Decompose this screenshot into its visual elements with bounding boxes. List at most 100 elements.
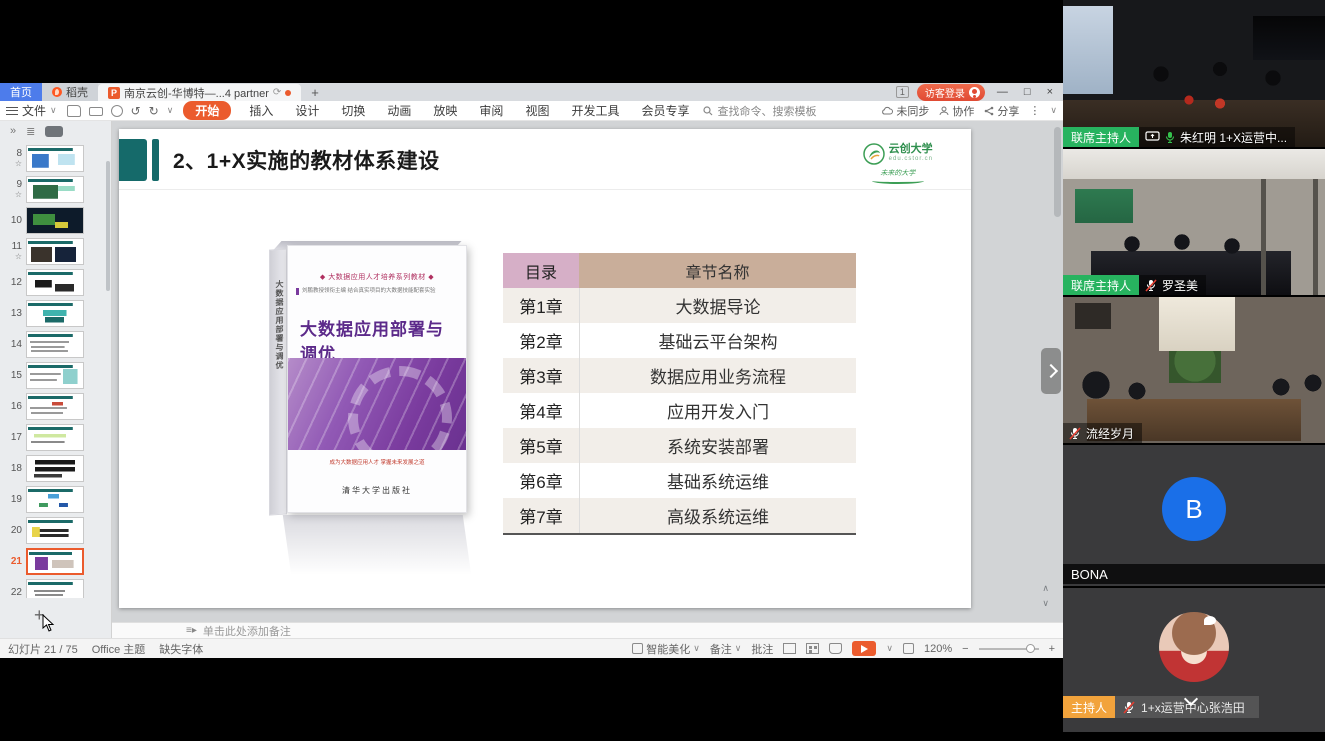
logo-domain-text: edu.cstor.cn bbox=[889, 154, 933, 164]
ribbon-tab-review[interactable]: 审阅 bbox=[475, 101, 507, 120]
reading-view-icon[interactable] bbox=[829, 643, 842, 654]
new-tab-button[interactable]: + bbox=[301, 83, 329, 101]
thumb-preview bbox=[26, 362, 84, 389]
toc-cell: 数据应用业务流程 bbox=[579, 358, 856, 393]
close-button[interactable]: × bbox=[1043, 86, 1057, 98]
collapse-videos-chevron-icon[interactable] bbox=[1185, 692, 1197, 704]
logo-brand-text: 云创大学 bbox=[889, 144, 933, 154]
print-icon[interactable] bbox=[89, 107, 103, 116]
thumbnail-slide-14[interactable]: 14 bbox=[0, 329, 105, 360]
sync-status[interactable]: 未同步 bbox=[881, 103, 929, 119]
ribbon-tab-design[interactable]: 设计 bbox=[291, 101, 323, 120]
save-icon[interactable] bbox=[67, 105, 81, 117]
ribbon-tab-transition[interactable]: 切换 bbox=[337, 101, 369, 120]
thumbnail-slide-16[interactable]: 16 bbox=[0, 391, 105, 422]
ribbon-tab-animation[interactable]: 动画 bbox=[383, 101, 415, 120]
thumbnail-slide-22[interactable]: 22 bbox=[0, 577, 105, 598]
host-badge: 主持人 bbox=[1063, 696, 1115, 718]
tab-docer[interactable]: 稻壳 bbox=[42, 83, 98, 101]
thumbnail-slide-17[interactable]: 17 bbox=[0, 422, 105, 453]
tab-home[interactable]: 首页 bbox=[0, 83, 42, 101]
quickbar-caret-icon[interactable]: ∨ bbox=[167, 105, 174, 116]
thumbnail-slide-20[interactable]: 20 bbox=[0, 515, 105, 546]
file-menu[interactable]: 文件∨ bbox=[6, 102, 57, 119]
thumbnail-slide-13[interactable]: 13 bbox=[0, 298, 105, 329]
undo-icon[interactable]: ↺ bbox=[131, 104, 141, 118]
collaborate-button[interactable]: 协作 bbox=[939, 103, 974, 119]
previous-slide-button[interactable]: ∧ bbox=[1042, 584, 1049, 593]
video-panel-expand-handle[interactable] bbox=[1041, 348, 1061, 394]
redo-icon[interactable]: ↻ bbox=[149, 104, 159, 118]
wps-menu-bar: 文件∨ ↺ ↻ ∨ 开始 插入 设计 切换 动画 放映 审阅 视图 开发工具 会… bbox=[0, 101, 1063, 121]
next-slide-button[interactable]: ∨ bbox=[1042, 599, 1049, 608]
zoom-out-button[interactable]: − bbox=[962, 643, 968, 655]
canvas-scrollbar[interactable] bbox=[1054, 127, 1061, 217]
logo-icon bbox=[863, 143, 885, 165]
slide-canvas[interactable]: 2、1+X实施的教材体系建设 云创大学 edu.cstor.cn 未来的大学 bbox=[112, 121, 1063, 622]
minimize-button[interactable]: — bbox=[993, 86, 1012, 98]
thumbnail-slide-9[interactable]: 9☆ bbox=[0, 174, 105, 205]
ribbon-tab-home[interactable]: 开始 bbox=[183, 101, 231, 120]
thumbnail-slide-18[interactable]: 18 bbox=[0, 453, 105, 484]
more-menu-icon[interactable]: ⋮ bbox=[1029, 104, 1040, 117]
share-button[interactable]: 分享 bbox=[984, 103, 1019, 119]
thumbnail-slide-12[interactable]: 12 bbox=[0, 267, 105, 298]
thumbnail-slide-11[interactable]: 11☆ bbox=[0, 236, 105, 267]
zoom-knob[interactable] bbox=[1026, 644, 1035, 653]
participant-tile-3[interactable]: 流经岁月 bbox=[1063, 297, 1325, 443]
slide-view-icon[interactable] bbox=[45, 126, 63, 137]
normal-view-icon[interactable] bbox=[783, 643, 796, 654]
title-divider bbox=[119, 189, 971, 190]
notes-toggle-button[interactable]: 备注∨ bbox=[710, 641, 742, 657]
thumbnail-slide-19[interactable]: 19 bbox=[0, 484, 105, 515]
toc-cell: 高级系统运维 bbox=[579, 498, 856, 533]
ribbon-collapse-icon[interactable]: ∨ bbox=[1050, 105, 1057, 116]
zoom-level[interactable]: 120% bbox=[924, 643, 952, 655]
play-caret-icon[interactable]: ∨ bbox=[886, 643, 893, 654]
theme-name[interactable]: Office 主题 bbox=[92, 641, 146, 657]
ribbon-tab-member[interactable]: 会员专享 bbox=[637, 101, 693, 120]
slide-sorter-view-icon[interactable] bbox=[806, 643, 819, 654]
participant-tile-2[interactable]: 联席主持人 罗圣美 bbox=[1063, 149, 1325, 295]
missing-fonts-warning[interactable]: 缺失字体 bbox=[159, 641, 203, 657]
toc-row-2: 第2章基础云平台架构 bbox=[503, 323, 856, 358]
command-search[interactable]: 查找命令、搜索模板 bbox=[703, 103, 816, 119]
thumb-number: 17 bbox=[11, 433, 22, 443]
toc-header-row: 目录 章节名称 bbox=[503, 253, 856, 288]
thumbnail-scrollbar[interactable] bbox=[106, 161, 110, 291]
window-count-badge[interactable]: 1 bbox=[896, 86, 909, 98]
ribbon-tab-view[interactable]: 视图 bbox=[521, 101, 553, 120]
participant-tile-5[interactable]: 主持人 1+x运营中心张浩田 bbox=[1063, 588, 1325, 732]
thumb-preview bbox=[26, 579, 84, 598]
participant-tile-1[interactable]: 联席主持人 朱红明 1+X运营中... bbox=[1063, 0, 1325, 147]
ribbon-tab-insert[interactable]: 插入 bbox=[245, 101, 277, 120]
slide-21[interactable]: 2、1+X实施的教材体系建设 云创大学 edu.cstor.cn 未来的大学 bbox=[119, 129, 971, 608]
smart-beautify-button[interactable]: 智能美化∨ bbox=[632, 641, 700, 657]
print-preview-icon[interactable] bbox=[111, 105, 123, 117]
ribbon-tab-devtools[interactable]: 开发工具 bbox=[567, 101, 623, 120]
wpp-file-icon: P bbox=[108, 87, 120, 99]
participant-tile-4[interactable]: B BONA bbox=[1063, 445, 1325, 586]
thumbnail-slide-10[interactable]: 10 bbox=[0, 205, 105, 236]
zoom-in-button[interactable]: + bbox=[1049, 643, 1055, 655]
outline-view-icon[interactable]: ≣ bbox=[26, 125, 35, 138]
fit-slide-icon[interactable] bbox=[903, 643, 914, 654]
notes-caret-icon: ∨ bbox=[735, 643, 742, 654]
tab-document[interactable]: P 南京云创-华博特—...4 partner ⟳ bbox=[98, 84, 301, 101]
panel-collapse-icon[interactable]: » bbox=[10, 125, 16, 137]
guest-login-badge[interactable]: 访客登录 bbox=[917, 84, 985, 101]
restore-button[interactable]: □ bbox=[1020, 86, 1035, 98]
toc-cell: 第5章 bbox=[503, 428, 579, 463]
ribbon-tab-slideshow[interactable]: 放映 bbox=[429, 101, 461, 120]
thumbnail-slide-8[interactable]: 8☆ bbox=[0, 143, 105, 174]
thumb-number: 12 bbox=[11, 278, 22, 288]
thumbnail-slide-15[interactable]: 15 bbox=[0, 360, 105, 391]
comments-button[interactable]: 批注 bbox=[751, 641, 773, 657]
thumbnail-list: 8☆ 9☆ 10 11☆ 12 13 14 15 16 17 18 19 20 … bbox=[0, 143, 105, 598]
notes-bar[interactable]: ≡▸ 单击此处添加备注 bbox=[112, 622, 1063, 638]
zoom-slider[interactable] bbox=[979, 648, 1039, 650]
thumbnail-slide-21-selected[interactable]: 21 bbox=[0, 546, 105, 577]
animation-star-icon: ☆ bbox=[15, 190, 22, 200]
canvas-column: 2、1+X实施的教材体系建设 云创大学 edu.cstor.cn 未来的大学 bbox=[112, 121, 1063, 638]
slideshow-play-button[interactable] bbox=[852, 641, 876, 656]
